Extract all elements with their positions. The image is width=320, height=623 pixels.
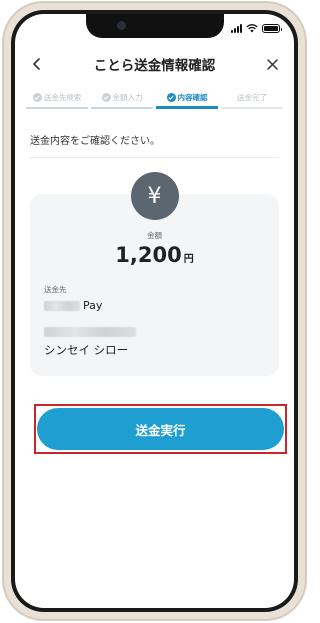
wifi-icon	[246, 24, 258, 33]
battery-icon	[262, 24, 282, 33]
step-bar	[91, 107, 153, 109]
status-bar	[231, 24, 282, 33]
step-label: 送金完了	[237, 93, 267, 102]
back-button[interactable]	[25, 52, 49, 76]
check-icon	[32, 93, 42, 102]
instruction-text: 送金内容をご確認ください。	[30, 136, 160, 147]
step-search: 送金先検索	[26, 92, 88, 118]
check-icon	[166, 93, 176, 102]
recipient-bank: Pay	[44, 299, 102, 312]
bank-suffix: Pay	[83, 299, 103, 312]
phone-bezel: ことら送金情報確認 送金先検索 金額入力 内容確認 送金完了 送金内容をご確認く…	[11, 10, 298, 612]
submit-transfer-button[interactable]: 送金実行	[37, 408, 284, 450]
close-icon	[266, 58, 278, 70]
step-label: 金額入力	[112, 93, 143, 102]
step-amount: 金額入力	[91, 92, 153, 118]
step-bar	[221, 107, 283, 109]
step-label: 内容確認	[177, 93, 208, 102]
step-complete: 送金完了	[221, 92, 283, 118]
page-title: ことら送金情報確認	[93, 58, 216, 74]
step-bar	[26, 107, 88, 109]
camera-icon	[116, 21, 126, 30]
recipient-label: 送金先	[44, 285, 67, 294]
signal-icon	[231, 24, 242, 33]
currency-unit: 円	[183, 254, 194, 265]
nav-header: ことら送金情報確認	[15, 50, 294, 78]
masked-account-number	[44, 327, 136, 337]
yen-icon: ¥	[130, 172, 179, 220]
step-bar	[156, 106, 218, 109]
recipient-name: シンセイ シロー	[44, 343, 129, 357]
phone-frame: ことら送金情報確認 送金先検索 金額入力 内容確認 送金完了 送金内容をご確認く…	[3, 2, 306, 620]
amount-label: 金額	[147, 231, 162, 240]
check-icon	[101, 93, 111, 102]
progress-steps: 送金先検索 金額入力 内容確認 送金完了	[26, 92, 283, 118]
amount-value: 1,200 円	[15, 243, 294, 267]
chevron-left-icon	[33, 58, 40, 70]
recipient-account	[44, 322, 136, 341]
amount-number: 1,200	[115, 243, 182, 267]
close-button[interactable]	[260, 52, 284, 76]
app-screen: ことら送金情報確認 送金先検索 金額入力 内容確認 送金完了 送金内容をご確認く…	[15, 14, 294, 608]
step-confirm: 内容確認	[156, 92, 218, 118]
divider	[30, 157, 279, 158]
masked-bank-name	[44, 300, 80, 311]
notch	[85, 14, 224, 38]
step-label: 送金先検索	[43, 93, 82, 102]
